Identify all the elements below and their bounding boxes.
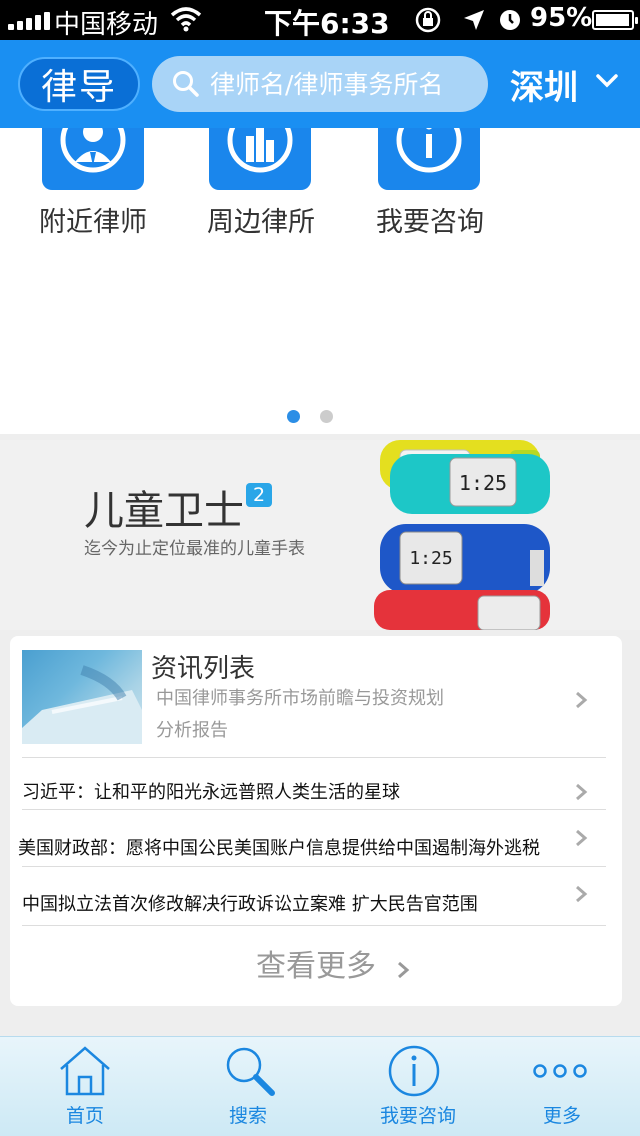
chevron-right-icon bbox=[398, 961, 410, 979]
tab-more[interactable]: 更多 bbox=[482, 1037, 640, 1136]
tab-label: 首页 bbox=[65, 1105, 104, 1127]
chevron-right-icon bbox=[576, 829, 588, 847]
signal-strength-icon bbox=[8, 12, 50, 30]
info-icon bbox=[388, 1045, 440, 1097]
lawyer-icon bbox=[42, 128, 144, 190]
chevron-right-icon bbox=[576, 783, 588, 801]
city-selector[interactable]: 深圳 bbox=[510, 60, 578, 109]
tab-home[interactable]: 首页 bbox=[5, 1037, 165, 1136]
tab-label: 更多 bbox=[542, 1105, 581, 1127]
page-dot[interactable] bbox=[320, 410, 333, 423]
news-list-title: 资讯列表 bbox=[151, 654, 256, 684]
more-icon bbox=[533, 1064, 587, 1078]
view-more-button[interactable]: 查看更多 bbox=[10, 936, 622, 998]
carrier-name: 中国移动 bbox=[54, 10, 159, 40]
banner-badge: 2 bbox=[246, 483, 272, 507]
news-item[interactable]: 中国拟立法首次修改解决行政诉讼立案难 扩大民告官范围 bbox=[10, 876, 622, 932]
bottom-tab-bar: 首页 搜索 我要咨询 更多 bbox=[0, 1036, 640, 1136]
news-thumbnail bbox=[22, 650, 142, 744]
tab-label: 搜索 bbox=[228, 1105, 267, 1127]
search-box[interactable] bbox=[152, 56, 488, 112]
chevron-right-icon bbox=[576, 885, 588, 903]
news-card: 资讯列表 中国律师事务所市场前瞻与投资规划 分析报告 习近平：让和平的阳光永远普… bbox=[10, 636, 622, 1006]
tab-consult[interactable]: 我要咨询 bbox=[338, 1037, 498, 1136]
news-item-title: 习近平：让和平的阳光永远普照人类生活的星球 bbox=[22, 782, 400, 803]
app-logo[interactable]: 律导 bbox=[18, 57, 140, 111]
chevron-right-icon bbox=[576, 691, 588, 709]
news-item-title: 美国财政部：愿将中国公民美国账户信息提供给中国遏制海外逃税 bbox=[18, 838, 540, 859]
news-item-title: 中国拟立法首次修改解决行政诉讼立案难 扩大民告官范围 bbox=[22, 894, 478, 915]
tab-label: 我要咨询 bbox=[379, 1105, 456, 1127]
info-icon bbox=[378, 128, 480, 190]
svg-text:1:25: 1:25 bbox=[459, 471, 507, 495]
quick-action-label: 我要咨询 bbox=[376, 207, 484, 238]
page-dot-active[interactable] bbox=[287, 410, 300, 423]
divider bbox=[22, 757, 606, 758]
wifi-icon bbox=[170, 7, 202, 32]
promo-banner[interactable]: 儿童卫士 2 迄今为止定位最准的儿童手表 1:25 1:25 bbox=[0, 440, 640, 630]
svg-text:1:25: 1:25 bbox=[409, 548, 452, 569]
news-item[interactable]: 习近平：让和平的阳光永远普照人类生活的星球 bbox=[10, 764, 622, 820]
top-nav-bar: 律导 深圳 bbox=[0, 40, 640, 128]
search-icon bbox=[173, 71, 199, 97]
quick-action-label: 附近律师 bbox=[39, 207, 147, 238]
home-icon bbox=[60, 1046, 110, 1096]
divider bbox=[22, 866, 606, 867]
battery-percent: 95% bbox=[530, 3, 593, 33]
rotation-lock-icon bbox=[415, 7, 441, 33]
battery-icon bbox=[592, 10, 638, 30]
divider bbox=[22, 809, 606, 810]
quick-action-label: 周边律所 bbox=[207, 207, 315, 238]
banner-title: 儿童卫士 bbox=[84, 488, 244, 534]
banner-subtitle: 迄今为止定位最准的儿童手表 bbox=[84, 539, 305, 559]
tab-search[interactable]: 搜索 bbox=[168, 1037, 328, 1136]
divider bbox=[22, 925, 606, 926]
building-icon bbox=[209, 128, 311, 190]
chevron-down-icon[interactable] bbox=[596, 74, 618, 88]
view-more-label: 查看更多 bbox=[256, 949, 376, 984]
alarm-icon bbox=[500, 10, 520, 30]
location-arrow-icon bbox=[464, 10, 484, 30]
featured-news-title-cont: 分析报告 bbox=[156, 720, 228, 741]
featured-news-title: 中国律师事务所市场前瞻与投资规划 bbox=[156, 688, 444, 709]
search-icon bbox=[226, 1047, 275, 1096]
page-indicator bbox=[0, 410, 640, 424]
search-input[interactable] bbox=[210, 56, 480, 112]
status-bar: 中国移动 下午6:33 95% bbox=[0, 0, 640, 40]
kids-watch-image: 1:25 1:25 bbox=[374, 440, 550, 630]
status-time: 下午6:33 bbox=[264, 7, 390, 40]
quick-actions-panel: 附近律师 周边律所 我要咨询 bbox=[0, 128, 640, 434]
news-item[interactable]: 美国财政部：愿将中国公民美国账户信息提供给中国遏制海外逃税 bbox=[10, 820, 622, 876]
